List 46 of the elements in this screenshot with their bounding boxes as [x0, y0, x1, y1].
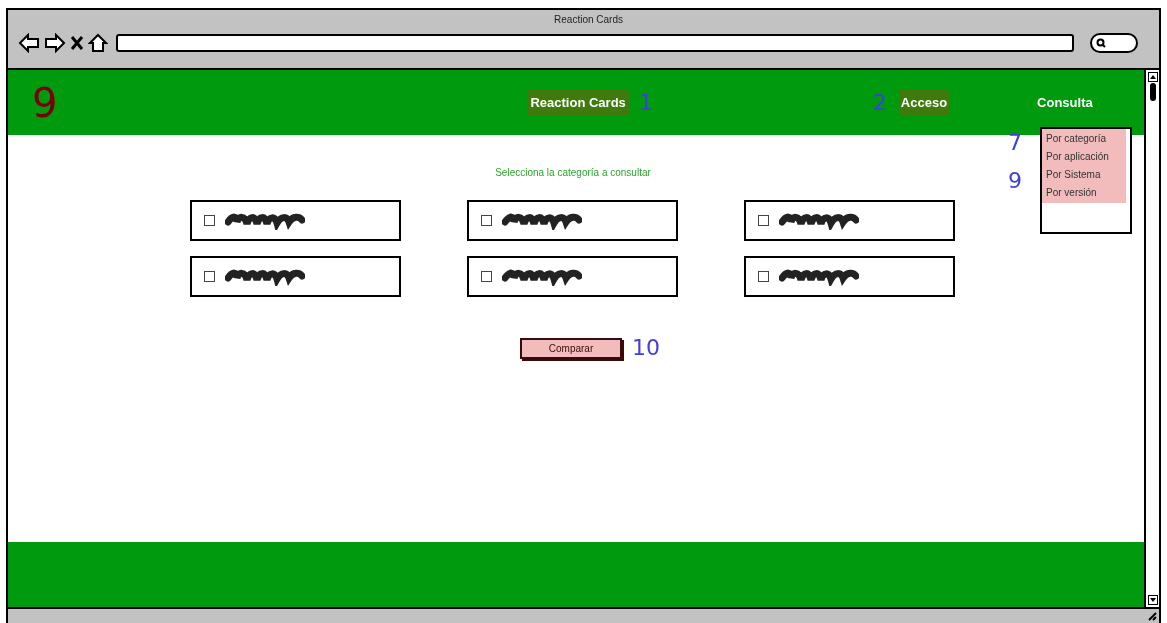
option-card[interactable] — [466, 200, 678, 241]
option-card[interactable] — [189, 256, 401, 297]
search-icon — [1096, 38, 1106, 48]
scribble-icon — [224, 211, 305, 230]
checkbox[interactable] — [203, 215, 215, 226]
checkbox[interactable] — [480, 215, 492, 226]
scroll-thumb[interactable] — [1149, 83, 1156, 101]
prompt-text: Selecciona la categoría a consultar — [495, 166, 651, 180]
close-icon[interactable] — [70, 35, 84, 51]
back-icon[interactable] — [18, 33, 40, 53]
checkbox[interactable] — [757, 215, 769, 226]
annotation-number: 9 — [1008, 168, 1022, 194]
annotation-number: 9 — [32, 82, 58, 123]
annotation-number: 1 — [638, 91, 653, 114]
annotation-number: 7 — [1008, 130, 1022, 156]
menu-item[interactable]: Por versión — [1042, 184, 1126, 202]
search-field[interactable] — [1090, 33, 1138, 53]
home-icon[interactable] — [88, 33, 108, 53]
option-card[interactable] — [743, 256, 955, 297]
window-title: Reaction Cards — [554, 13, 623, 27]
scribble-icon — [501, 211, 582, 230]
option-card[interactable] — [466, 256, 678, 297]
scroll-down-icon[interactable] — [1147, 595, 1158, 605]
brand-link[interactable]: Reaction Cards — [527, 88, 629, 117]
nav-link[interactable]: Acceso — [898, 88, 950, 117]
option-card[interactable] — [189, 200, 401, 241]
menu-item[interactable]: Por categoría — [1042, 130, 1126, 148]
nav-link[interactable]: Consulta — [1037, 92, 1093, 113]
address-field[interactable] — [116, 34, 1074, 52]
scrollbar[interactable] — [1144, 70, 1159, 607]
resize-grip-icon[interactable] — [1147, 611, 1157, 621]
scribble-icon — [778, 211, 859, 230]
scribble-icon — [224, 267, 305, 286]
annotation-number: 2 — [872, 91, 887, 114]
menu-item[interactable]: Por Sistema — [1042, 166, 1126, 184]
forward-icon[interactable] — [44, 33, 66, 53]
checkbox[interactable] — [203, 271, 215, 282]
checkbox[interactable] — [757, 271, 769, 282]
compare-button[interactable]: Comparar — [520, 337, 622, 359]
scribble-icon — [778, 267, 859, 286]
checkbox[interactable] — [480, 271, 492, 282]
menu-item[interactable]: Por aplicación — [1042, 148, 1126, 166]
annotation-number: 10 — [632, 337, 660, 359]
option-card[interactable] — [743, 200, 955, 241]
scribble-icon — [501, 267, 582, 286]
scroll-up-icon[interactable] — [1147, 72, 1158, 82]
